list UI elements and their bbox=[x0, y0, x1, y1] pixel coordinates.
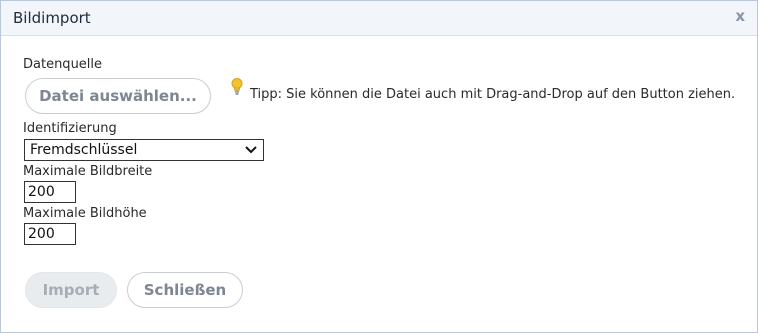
max-height-input[interactable]: 200 bbox=[24, 223, 76, 245]
dialog-title: Bildimport bbox=[13, 9, 91, 27]
import-button[interactable]: Import bbox=[25, 272, 117, 308]
max-width-label: Maximale Bildbreite bbox=[23, 164, 153, 179]
identification-selected-value: Fremdschlüssel bbox=[30, 142, 138, 158]
identification-select[interactable]: Fremdschlüssel bbox=[24, 139, 264, 161]
drag-drop-tip: Tipp: Sie können die Datei auch mit Drag… bbox=[250, 87, 736, 102]
datasource-label: Datenquelle bbox=[23, 57, 103, 72]
max-height-label: Maximale Bildhöhe bbox=[23, 206, 147, 221]
close-icon[interactable]: x bbox=[735, 7, 745, 25]
identification-label: Identifizierung bbox=[23, 121, 117, 136]
max-width-input[interactable]: 200 bbox=[24, 181, 76, 203]
lightbulb-icon bbox=[231, 78, 243, 95]
import-dialog: Bildimport x Datenquelle Datei auswählen… bbox=[0, 0, 758, 333]
close-button[interactable]: Schließen bbox=[127, 272, 243, 308]
chevron-down-icon bbox=[245, 146, 257, 154]
dialog-titlebar[interactable]: Bildimport x bbox=[1, 1, 757, 36]
choose-file-button[interactable]: Datei auswählen... bbox=[25, 78, 211, 114]
